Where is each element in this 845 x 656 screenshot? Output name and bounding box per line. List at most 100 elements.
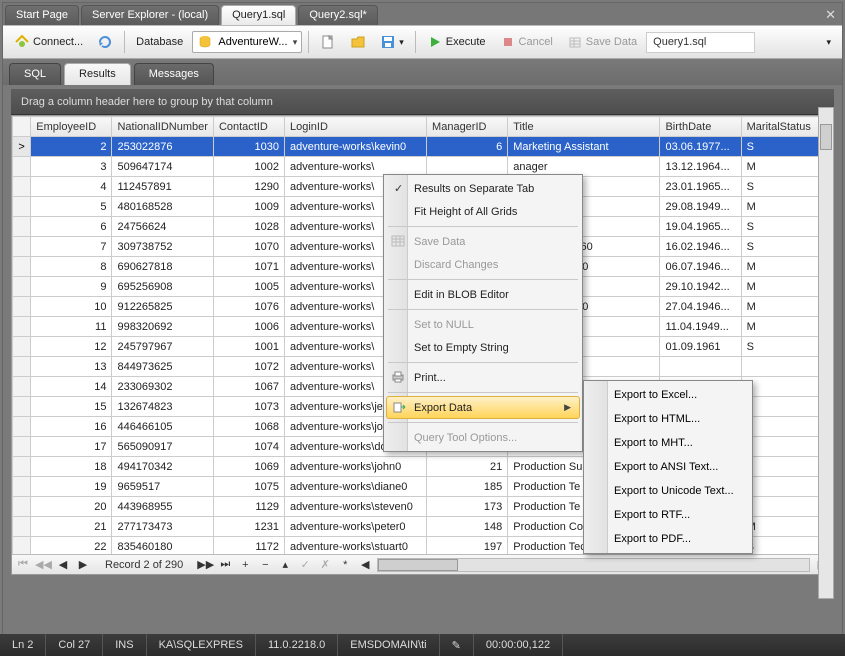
menu-save-data[interactable]: Save Data [386,230,580,253]
cell-employeeid[interactable]: 12 [31,337,112,357]
nav-remove[interactable]: − [257,559,273,571]
cell-loginid[interactable]: adventure-works\john0 [284,457,426,477]
cell-employeeid[interactable]: 21 [31,517,112,537]
cell-nationalidnumber[interactable]: 233069302 [112,377,213,397]
cell-contactid[interactable]: 1005 [213,277,284,297]
menu-export-data[interactable]: Export Data [386,396,580,419]
cell-employeeid[interactable]: 13 [31,357,112,377]
cell-employeeid[interactable]: 14 [31,377,112,397]
cell-birthdate[interactable]: 29.10.1942... [660,277,741,297]
cell-nationalidnumber[interactable]: 494170342 [112,457,213,477]
cell-birthdate[interactable]: 27.04.1946... [660,297,741,317]
menu-results-separate-tab[interactable]: Results on Separate Tab [386,177,580,200]
connect-button[interactable]: Connect... [9,31,88,53]
cell-loginid[interactable]: adventure-works\kevin0 [284,137,426,157]
cell-nationalidnumber[interactable]: 24756624 [112,217,213,237]
cell-loginid[interactable]: adventure-works\stuart0 [284,537,426,555]
tab-close-icon[interactable]: ✕ [819,5,842,25]
refresh-button[interactable] [92,31,118,53]
export-mht[interactable]: Export to MHT... [586,431,750,455]
cell-birthdate[interactable]: 16.02.1946... [660,237,741,257]
execute-button[interactable]: Execute [422,31,491,53]
cell-employeeid[interactable]: 16 [31,417,112,437]
vertical-scrollbar[interactable] [818,107,834,599]
cell-birthdate[interactable]: 19.04.1965... [660,217,741,237]
cell-contactid[interactable]: 1028 [213,217,284,237]
cell-nationalidnumber[interactable]: 245797967 [112,337,213,357]
menu-blob-editor[interactable]: Edit in BLOB Editor [386,283,580,306]
nav-left[interactable]: ◀ [357,558,373,571]
cell-managerid[interactable]: 21 [427,457,508,477]
export-unicode[interactable]: Export to Unicode Text... [586,479,750,503]
menu-fit-height[interactable]: Fit Height of All Grids [386,200,580,223]
cell-contactid[interactable]: 1071 [213,257,284,277]
query-file-field[interactable]: Query1.sql [646,32,755,53]
cell-birthdate[interactable]: 23.01.1965... [660,177,741,197]
cell-nationalidnumber[interactable]: 132674823 [112,397,213,417]
cell-nationalidnumber[interactable]: 112457891 [112,177,213,197]
cell-employeeid[interactable]: 22 [31,537,112,555]
cell-nationalidnumber[interactable]: 835460180 [112,537,213,555]
tab-start-page[interactable]: Start Page [5,5,79,25]
cell-contactid[interactable]: 1290 [213,177,284,197]
cell-employeeid[interactable]: 7 [31,237,112,257]
cell-contactid[interactable]: 1231 [213,517,284,537]
export-pdf[interactable]: Export to PDF... [586,527,750,551]
cell-nationalidnumber[interactable]: 912265825 [112,297,213,317]
cell-contactid[interactable]: 1030 [213,137,284,157]
tab-query1[interactable]: Query1.sql [221,5,296,25]
nav-post[interactable]: ✓ [297,558,313,571]
column-header-employeeid[interactable]: EmployeeID [31,117,112,137]
column-header-managerid[interactable]: ManagerID [427,117,508,137]
cell-employeeid[interactable]: 15 [31,397,112,417]
column-header-title[interactable]: Title [508,117,660,137]
column-header-contactid[interactable]: ContactID [213,117,284,137]
cell-nationalidnumber[interactable]: 565090917 [112,437,213,457]
cell-loginid[interactable]: adventure-works\steven0 [284,497,426,517]
cell-employeeid[interactable]: 10 [31,297,112,317]
table-row[interactable]: >22530228761030adventure-works\kevin06Ma… [13,137,833,157]
cell-nationalidnumber[interactable]: 309738752 [112,237,213,257]
cell-nationalidnumber[interactable]: 690627818 [112,257,213,277]
cell-employeeid[interactable]: 6 [31,217,112,237]
cell-managerid[interactable]: 148 [427,517,508,537]
cell-employeeid[interactable]: 18 [31,457,112,477]
subtab-messages[interactable]: Messages [134,63,214,85]
cell-nationalidnumber[interactable]: 844973625 [112,357,213,377]
cell-contactid[interactable]: 1067 [213,377,284,397]
cell-employeeid[interactable]: 5 [31,197,112,217]
cell-employeeid[interactable]: 19 [31,477,112,497]
savedata-button[interactable]: Save Data [562,31,642,53]
column-header-loginid[interactable]: LoginID [284,117,426,137]
cell-contactid[interactable]: 1006 [213,317,284,337]
menu-print[interactable]: Print... [386,366,580,389]
cell-contactid[interactable]: 1001 [213,337,284,357]
cell-nationalidnumber[interactable]: 480168528 [112,197,213,217]
cell-employeeid[interactable]: 4 [31,177,112,197]
cell-birthdate[interactable] [660,357,741,377]
cell-contactid[interactable]: 1009 [213,197,284,217]
cell-birthdate[interactable]: 13.12.1964... [660,157,741,177]
cell-birthdate[interactable]: 11.04.1949... [660,317,741,337]
nav-cancel[interactable]: ✗ [317,558,333,571]
cell-title[interactable]: Marketing Assistant [508,137,660,157]
menu-query-options[interactable]: Query Tool Options... [386,426,580,449]
cell-nationalidnumber[interactable]: 998320692 [112,317,213,337]
cell-nationalidnumber[interactable]: 9659517 [112,477,213,497]
menu-set-null[interactable]: Set to NULL [386,313,580,336]
tab-server-explorer[interactable]: Server Explorer - (local) [81,5,219,25]
cell-employeeid[interactable]: 9 [31,277,112,297]
group-by-bar[interactable]: Drag a column header here to group by th… [11,89,834,115]
cancel-button[interactable]: Cancel [495,31,558,53]
nav-prevpage[interactable]: ◀◀ [35,558,51,571]
cell-nationalidnumber[interactable]: 446466105 [112,417,213,437]
nav-first[interactable]: ⏮ [15,558,31,571]
cell-contactid[interactable]: 1073 [213,397,284,417]
save-button[interactable]: ▾ [375,31,409,53]
new-button[interactable] [315,31,341,53]
cell-nationalidnumber[interactable]: 443968955 [112,497,213,517]
cell-managerid[interactable]: 6 [427,137,508,157]
export-ansi[interactable]: Export to ANSI Text... [586,455,750,479]
cell-employeeid[interactable]: 2 [31,137,112,157]
cell-contactid[interactable]: 1070 [213,237,284,257]
